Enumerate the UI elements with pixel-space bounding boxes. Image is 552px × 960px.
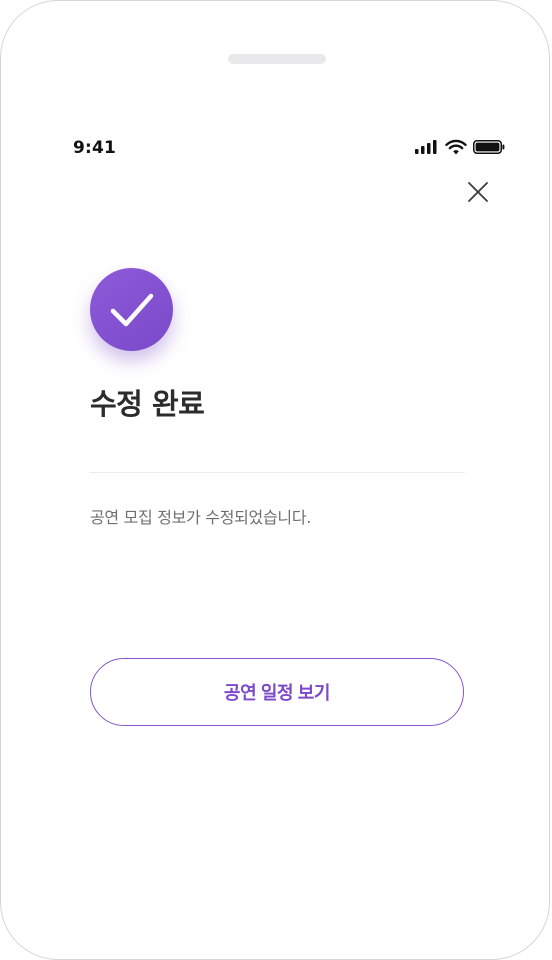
phone-frame: 9:41 수정 완료 공연 모집 정보가 수정되었습니다. 공연 일정 보기 — [0, 0, 550, 960]
close-icon — [468, 182, 488, 202]
page-title: 수정 완료 — [90, 387, 205, 421]
close-button[interactable] — [463, 177, 493, 207]
speaker-slot — [228, 54, 326, 64]
status-time: 9:41 — [73, 138, 117, 158]
signal-icon — [415, 140, 437, 154]
wifi-icon — [445, 139, 467, 155]
status-icons — [415, 138, 507, 156]
result-message: 공연 모집 정보가 수정되었습니다. — [90, 508, 312, 527]
check-icon — [110, 293, 154, 327]
view-schedule-button[interactable]: 공연 일정 보기 — [90, 658, 464, 726]
success-check-badge — [90, 268, 173, 351]
battery-icon — [473, 140, 505, 154]
divider — [90, 472, 465, 473]
view-schedule-button-label: 공연 일정 보기 — [223, 683, 331, 703]
